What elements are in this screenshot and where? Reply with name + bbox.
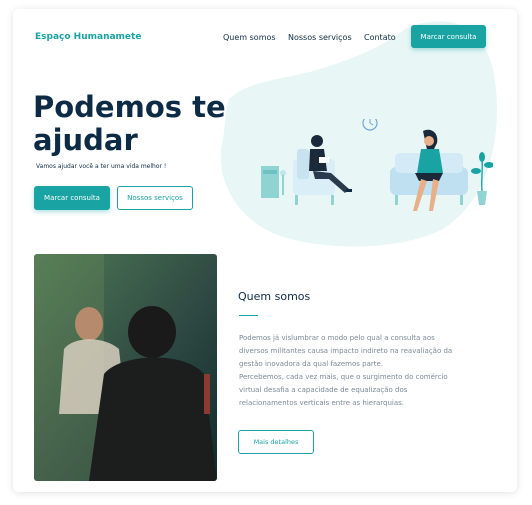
therapy-photo-image (34, 254, 217, 481)
side-table-icon (261, 166, 286, 198)
about-title: Quem somos (238, 290, 311, 303)
brand-logo-text[interactable]: Espaço Humanamete (35, 32, 141, 42)
mais-detalhes-button[interactable]: Mais detalhes (238, 430, 314, 454)
about-title-underline (239, 315, 258, 316)
hero-subtitle: Vamos ajudar você a ter uma vida melhor … (36, 163, 167, 170)
patient-figure (413, 129, 443, 211)
hero-title: Podemos te ajudar (33, 90, 226, 157)
hero-nossos-servicos-button[interactable]: Nossos serviços (117, 186, 193, 210)
nav-link-quem-somos[interactable]: Quem somos (223, 33, 276, 42)
plant-icon (471, 152, 493, 205)
about-text: Podemos já vislumbrar o modo pelo qual a… (239, 332, 465, 410)
therapy-session-illustration (261, 119, 493, 211)
about-paragraph-1: Podemos já vislumbrar o modo pelo qual a… (239, 334, 453, 368)
therapy-photo (34, 254, 217, 481)
nav-link-contato[interactable]: Contato (364, 33, 396, 42)
clock-icon (362, 119, 378, 131)
hero-marcar-consulta-button[interactable]: Marcar consulta (34, 186, 110, 210)
page-card: Espaço Humanamete Quem somos Nossos serv… (13, 9, 517, 492)
about-paragraph-2: Percebemos, cada vez mais, que o surgime… (239, 373, 448, 407)
nav-marcar-consulta-button[interactable]: Marcar consulta (411, 25, 486, 48)
nav-link-nossos-servicos[interactable]: Nossos serviços (288, 33, 352, 42)
